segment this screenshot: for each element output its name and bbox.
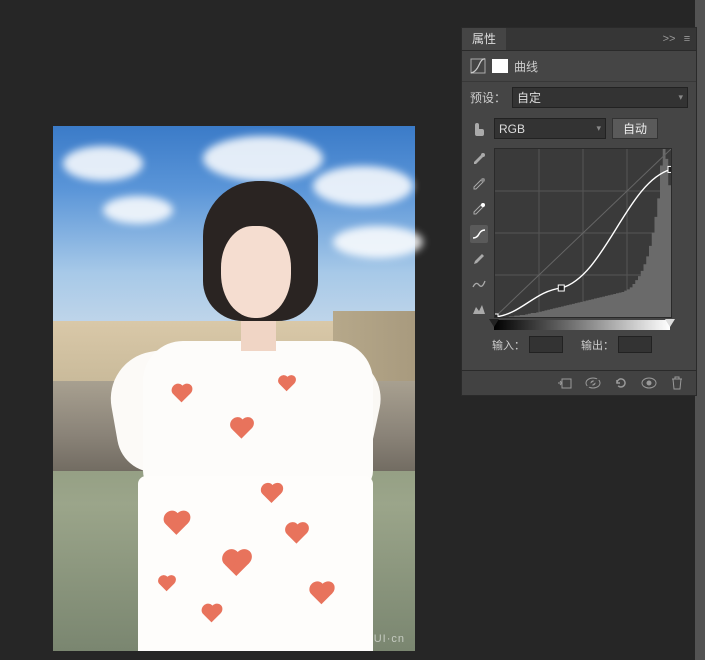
curves-tool-column xyxy=(470,148,488,330)
io-row: 输入： 输出： xyxy=(462,330,696,357)
properties-panel: 属性 >> ≡ 曲线 预设： 自定 ▾ RGB ▾ 自动 xyxy=(461,27,697,396)
curves-graph-wrap xyxy=(494,148,688,330)
cloud xyxy=(203,136,323,181)
gray-point-eyedropper-icon[interactable] xyxy=(470,175,488,193)
watermark: UI·cn xyxy=(374,633,405,645)
chevron-down-icon: ▾ xyxy=(678,92,683,103)
adjustment-type-row: 曲线 xyxy=(462,51,696,82)
panel-header: 属性 >> ≡ xyxy=(462,28,696,51)
preset-row: 预设： 自定 ▾ xyxy=(462,82,696,113)
preset-value: 自定 xyxy=(517,89,541,106)
input-value-field[interactable] xyxy=(529,336,563,353)
black-point-eyedropper-icon[interactable] xyxy=(470,150,488,168)
photo-figure xyxy=(113,176,373,646)
black-point-slider[interactable] xyxy=(489,319,499,327)
panel-footer xyxy=(462,370,696,395)
white-point-eyedropper-icon[interactable] xyxy=(470,200,488,218)
pencil-curve-tool-icon[interactable] xyxy=(470,250,488,268)
canvas-area: UI·cn xyxy=(0,0,460,660)
collapse-icon[interactable]: >> xyxy=(660,33,678,45)
targeted-adjust-icon[interactable] xyxy=(470,120,488,138)
channel-row: RGB ▾ 自动 xyxy=(462,113,696,144)
channel-value: RGB xyxy=(499,122,525,136)
white-point-slider[interactable] xyxy=(665,319,675,327)
chevron-down-icon: ▾ xyxy=(596,123,601,134)
curves-graph[interactable] xyxy=(494,148,672,318)
document-photo[interactable]: UI·cn xyxy=(53,126,415,651)
histogram-clip-icon[interactable] xyxy=(470,300,488,318)
adjustment-name: 曲线 xyxy=(514,58,538,75)
point-curve-tool-icon[interactable] xyxy=(470,225,488,243)
input-ramp[interactable] xyxy=(494,320,670,330)
channel-select[interactable]: RGB ▾ xyxy=(494,118,606,139)
panel-menu-icon[interactable]: ≡ xyxy=(678,33,696,45)
input-label: 输入： xyxy=(492,337,525,353)
auto-button[interactable]: 自动 xyxy=(612,118,658,139)
toggle-visibility-icon[interactable] xyxy=(640,374,658,392)
smooth-curve-icon[interactable] xyxy=(470,275,488,293)
preset-label: 预设： xyxy=(470,89,506,106)
curves-adjustment-icon[interactable] xyxy=(470,58,486,74)
clip-to-layer-icon[interactable] xyxy=(556,374,574,392)
view-previous-state-icon[interactable] xyxy=(584,374,602,392)
reset-icon[interactable] xyxy=(612,374,630,392)
curves-body xyxy=(462,144,696,330)
delete-icon[interactable] xyxy=(668,374,686,392)
layer-mask-icon[interactable] xyxy=(492,58,508,74)
output-label: 输出： xyxy=(581,337,614,353)
preset-select[interactable]: 自定 ▾ xyxy=(512,87,688,108)
output-value-field[interactable] xyxy=(618,336,652,353)
panel-tab-properties[interactable]: 属性 xyxy=(462,28,506,50)
